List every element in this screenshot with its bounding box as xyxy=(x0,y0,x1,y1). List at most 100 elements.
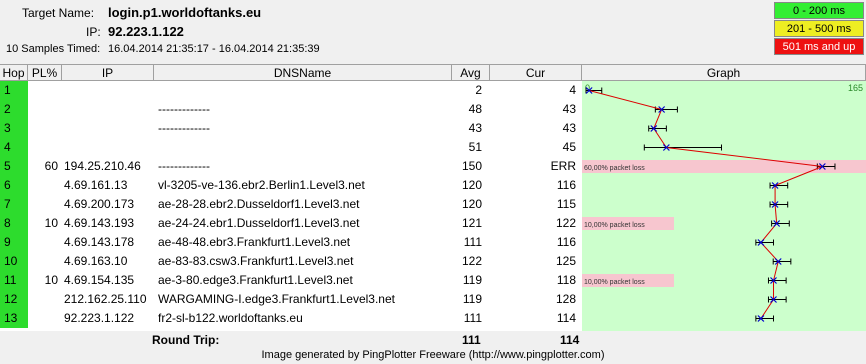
avg-cell: 120 xyxy=(461,197,482,211)
legend-high: 501 ms and up xyxy=(774,38,864,55)
dns-name-cell: WARGAMING-I.edge3.Frankfurt1.Level3.net xyxy=(158,292,395,306)
ip-cell xyxy=(62,81,156,100)
hop-cell: 3 xyxy=(0,119,28,138)
hop-cell: 5 xyxy=(0,157,28,176)
table-row[interactable]: 3 ------------- 43 43 xyxy=(0,119,582,138)
packet-loss-cell: 10 xyxy=(44,273,58,287)
dns-name-cell: ------------- xyxy=(158,121,210,135)
ip-cell xyxy=(62,138,156,157)
avg-cell: 2 xyxy=(475,83,482,97)
table-row[interactable]: 1 2 4 xyxy=(0,81,582,100)
avg-cell: 119 xyxy=(462,292,482,306)
packet-loss-label: 60,00% packet loss xyxy=(584,165,645,172)
graph-max-label: 165 xyxy=(848,83,863,93)
table-row[interactable]: 4 51 45 xyxy=(0,138,582,157)
ip-cell: 4.69.163.10 xyxy=(64,254,128,268)
packet-loss-cell: 60 xyxy=(44,159,58,173)
table-row[interactable]: 6 4.69.161.13 vl-3205-ve-136.ebr2.Berlin1.… xyxy=(0,176,582,195)
packet-loss-cell xyxy=(28,309,60,328)
cur-cell: 118 xyxy=(556,273,576,287)
dns-name-cell: ------------- xyxy=(158,102,210,116)
hop-cell: 1 xyxy=(0,81,28,100)
avg-cell: 111 xyxy=(463,311,482,325)
table-row[interactable]: 12 212.162.25.110 WARGAMING-I.edge3.Frankf… xyxy=(0,290,582,309)
ip-cell: 4.69.143.193 xyxy=(64,216,135,230)
cur-cell: 125 xyxy=(555,254,576,268)
dns-name-cell: ae-48-48.ebr3.Frankfurt1.Level3.net xyxy=(158,235,351,249)
ip-cell: 4.69.143.178 xyxy=(64,235,135,249)
packet-loss-cell xyxy=(28,233,60,252)
round-trip-cur: 114 xyxy=(560,333,580,347)
cur-cell: 43 xyxy=(562,102,576,116)
dns-name-cell: vl-3205-ve-136.ebr2.Berlin1.Level3.net xyxy=(158,178,365,192)
column-header-avg[interactable]: Avg xyxy=(452,64,490,81)
hop-cell: 13 xyxy=(0,309,28,328)
packet-loss-cell xyxy=(28,119,60,138)
table-row[interactable]: 2 ------------- 48 43 xyxy=(0,100,582,119)
trace-header: Target Name: login.p1.worldoftanks.eu IP… xyxy=(0,0,866,64)
cur-cell: 128 xyxy=(555,292,576,306)
dns-name-cell: ------------- xyxy=(158,159,210,173)
table-row[interactable]: 7 4.69.200.173 ae-28-28.ebr2.Dusseldorf1.L… xyxy=(0,195,582,214)
column-header-graph[interactable]: Graph xyxy=(582,64,866,81)
samples-label: 10 Samples Timed: xyxy=(6,43,101,55)
column-header-dnsname[interactable]: DNSName xyxy=(154,64,452,81)
hop-cell: 10 xyxy=(0,252,28,271)
packet-loss-label: 10,00% packet loss xyxy=(584,222,645,229)
column-header-ip[interactable]: IP xyxy=(62,64,154,81)
hop-cell: 2 xyxy=(0,100,28,119)
column-header-hop[interactable]: Hop xyxy=(0,64,28,81)
ip-cell: 212.162.25.110 xyxy=(64,292,147,306)
avg-cell: 51 xyxy=(468,140,482,154)
table-row[interactable]: 11 10 4.69.154.135 ae-3-80.edge3.Frankfurt1… xyxy=(0,271,582,290)
round-trip-label: Round Trip: xyxy=(152,333,220,347)
latency-graph[interactable]: 60,00% packet loss 10,00% packet loss 10,0… xyxy=(582,81,866,331)
packet-loss-cell: 10 xyxy=(44,216,58,230)
hop-table: 1 2 4 2 ------------- 48 43 3 ------------- 43 43 4… xyxy=(0,81,866,331)
dns-name-cell xyxy=(156,138,454,157)
packet-loss-cell xyxy=(28,290,60,309)
cur-cell: 43 xyxy=(562,121,576,135)
packet-loss-cell xyxy=(28,195,60,214)
hop-cell: 9 xyxy=(0,233,28,252)
packet-loss-cell xyxy=(28,252,60,271)
ip-value: 92.223.1.122 xyxy=(108,24,184,39)
table-row[interactable]: 8 10 4.69.143.193 ae-24-24.ebr1.Dusseldorf1… xyxy=(0,214,582,233)
hop-cell: 8 xyxy=(0,214,28,233)
dns-name-cell: ae-28-28.ebr2.Dusseldorf1.Level3.net xyxy=(158,197,360,211)
packet-loss-cell xyxy=(28,176,60,195)
ip-cell: 194.25.210.46 xyxy=(64,159,141,173)
table-row[interactable]: 9 4.69.143.178 ae-48-48.ebr3.Frankfurt1.Le… xyxy=(0,233,582,252)
packet-loss-cell xyxy=(28,81,60,100)
ip-cell: 4.69.200.173 xyxy=(64,197,135,211)
dns-name-cell: ae-83-83.csw3.Frankfurt1.Level3.net xyxy=(158,254,354,268)
table-row[interactable]: 10 4.69.163.10 ae-83-83.csw3.Frankfurt1.Le… xyxy=(0,252,582,271)
cur-cell: 4 xyxy=(569,83,576,97)
hop-cell: 4 xyxy=(0,138,28,157)
cur-cell: 116 xyxy=(556,235,576,249)
avg-cell: 150 xyxy=(461,159,482,173)
avg-cell: 119 xyxy=(462,273,482,287)
avg-cell: 43 xyxy=(468,121,482,135)
column-header-pl[interactable]: PL% xyxy=(28,64,62,81)
table-row[interactable]: 5 60 194.25.210.46 ------------- 150 ERR xyxy=(0,157,582,176)
dns-name-cell xyxy=(156,81,454,100)
cur-cell: 45 xyxy=(562,140,576,154)
packet-loss-label: 10,00% packet loss xyxy=(584,279,645,286)
samples-value: 16.04.2014 21:35:17 - 16.04.2014 21:35:3… xyxy=(108,43,320,55)
legend-mid: 201 - 500 ms xyxy=(774,20,864,37)
packet-loss-cell xyxy=(28,138,60,157)
cur-cell: 115 xyxy=(556,197,576,211)
column-header-cur[interactable]: Cur xyxy=(490,64,582,81)
cur-cell: 122 xyxy=(555,216,576,230)
round-trip-avg: 111 xyxy=(462,333,481,347)
graph-background xyxy=(582,81,866,331)
avg-cell: 48 xyxy=(468,102,482,116)
avg-cell: 121 xyxy=(461,216,482,230)
dns-name-cell: fr2-sl-b122.worldoftanks.eu xyxy=(158,311,303,325)
generated-by-text: Image generated by PingPlotter Freeware … xyxy=(261,349,605,361)
ip-cell xyxy=(62,100,156,119)
target-name-label: Target Name: xyxy=(22,6,95,20)
table-row[interactable]: 13 92.223.1.122 fr2-sl-b122.worldoftanks.e… xyxy=(0,309,582,328)
avg-cell: 120 xyxy=(461,178,482,192)
